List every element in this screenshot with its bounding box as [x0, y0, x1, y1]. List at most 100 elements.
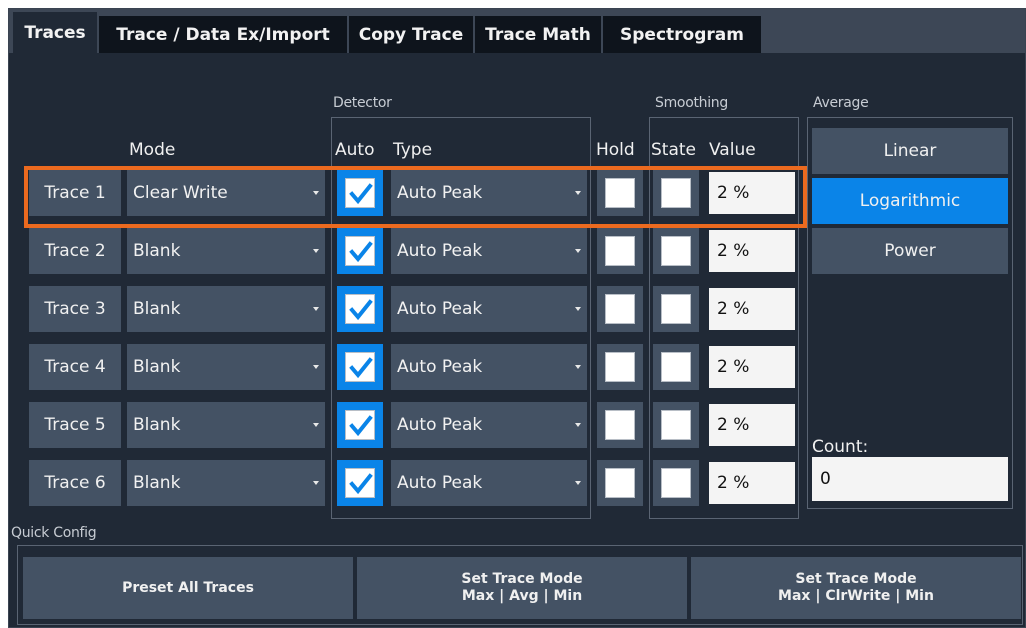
trace-mode-dropdown[interactable]: Blank — [127, 286, 325, 332]
smoothing-value-field[interactable]: 2 % — [709, 172, 795, 214]
checkbox-box — [661, 178, 691, 208]
checkbox-box — [661, 468, 691, 498]
checkbox-box — [605, 352, 635, 382]
hold-checkbox[interactable] — [597, 286, 643, 332]
smoothing-state-checkbox[interactable] — [653, 344, 699, 390]
tab-traces[interactable]: Traces — [13, 12, 97, 53]
detector-auto-checkbox[interactable] — [337, 286, 383, 332]
checkbox-box — [345, 468, 375, 498]
tab-spectrogram[interactable]: Spectrogram — [603, 16, 761, 53]
hold-checkbox[interactable] — [597, 344, 643, 390]
trace-mode-dropdown[interactable]: Blank — [127, 344, 325, 390]
trace-mode-value: Blank — [133, 357, 181, 377]
trace-button[interactable]: Trace 6 — [29, 460, 121, 506]
trace-button[interactable]: Trace 5 — [29, 402, 121, 448]
detector-type-value: Auto Peak — [397, 241, 483, 261]
trace-mode-value: Blank — [133, 299, 181, 319]
trace-row: Trace 4 Blank Auto Peak 2 % — [9, 340, 1025, 398]
smoothing-value-field[interactable]: 2 % — [709, 404, 795, 446]
smoothing-value-field[interactable]: 2 % — [709, 230, 795, 272]
checkbox-box — [605, 236, 635, 266]
detector-group-label: Detector — [333, 95, 392, 111]
detector-type-dropdown[interactable]: Auto Peak — [391, 170, 587, 216]
trace-mode-value: Clear Write — [133, 183, 228, 203]
smoothing-state-checkbox[interactable] — [653, 228, 699, 274]
preset-all-traces-button[interactable]: Preset All Traces — [23, 557, 353, 619]
chevron-down-icon — [313, 307, 319, 311]
hold-checkbox[interactable] — [597, 228, 643, 274]
detector-type-value: Auto Peak — [397, 473, 483, 493]
trace-button[interactable]: Trace 1 — [29, 170, 121, 216]
smoothing-state-checkbox[interactable] — [653, 286, 699, 332]
smoothing-value-field[interactable]: 2 % — [709, 346, 795, 388]
trace-row: Trace 3 Blank Auto Peak 2 % — [9, 282, 1025, 340]
value-column-header: Value — [709, 140, 756, 160]
trace-mode-dropdown[interactable]: Blank — [127, 460, 325, 506]
set-trace-mode-max-clrwrite-min-button[interactable]: Set Trace Mode Max | ClrWrite | Min — [691, 557, 1021, 619]
checkbox-box — [345, 236, 375, 266]
detector-type-dropdown[interactable]: Auto Peak — [391, 402, 587, 448]
smoothing-group-label: Smoothing — [655, 95, 728, 111]
detector-auto-checkbox[interactable] — [337, 344, 383, 390]
hold-checkbox[interactable] — [597, 460, 643, 506]
detector-auto-checkbox[interactable] — [337, 402, 383, 448]
checkbox-box — [345, 178, 375, 208]
smoothing-value-field[interactable]: 2 % — [709, 462, 795, 504]
preset-all-traces-label: Preset All Traces — [122, 579, 254, 596]
smoothing-state-checkbox[interactable] — [653, 170, 699, 216]
hold-column-header: Hold — [596, 140, 635, 160]
detector-type-value: Auto Peak — [397, 183, 483, 203]
chevron-down-icon — [313, 249, 319, 253]
detector-type-dropdown[interactable]: Auto Peak — [391, 460, 587, 506]
chevron-down-icon — [313, 191, 319, 195]
checkbox-box — [345, 352, 375, 382]
count-label: Count: — [812, 437, 869, 457]
detector-type-dropdown[interactable]: Auto Peak — [391, 344, 587, 390]
hold-checkbox[interactable] — [597, 402, 643, 448]
trace-mode-dropdown[interactable]: Blank — [127, 228, 325, 274]
average-group-label: Average — [813, 95, 869, 111]
trace-button[interactable]: Trace 2 — [29, 228, 121, 274]
type-column-header: Type — [393, 140, 433, 160]
detector-auto-checkbox[interactable] — [337, 228, 383, 274]
detector-auto-checkbox[interactable] — [337, 460, 383, 506]
checkbox-box — [605, 294, 635, 324]
trace-mode-dropdown[interactable]: Clear Write — [127, 170, 325, 216]
tab-trace-data-export-import[interactable]: Trace / Data Ex/Import — [99, 16, 347, 53]
checkbox-box — [661, 236, 691, 266]
smoothing-state-checkbox[interactable] — [653, 402, 699, 448]
set-trace-mode-max-avg-min-button[interactable]: Set Trace Mode Max | Avg | Min — [357, 557, 687, 619]
hold-checkbox[interactable] — [597, 170, 643, 216]
average-logarithmic-button[interactable]: Logarithmic — [812, 178, 1008, 224]
detector-type-value: Auto Peak — [397, 357, 483, 377]
max-avg-min-label: Max | Avg | Min — [461, 588, 583, 604]
traces-dialog: Traces Trace / Data Ex/Import Copy Trace… — [8, 8, 1026, 628]
trace-mode-dropdown[interactable]: Blank — [127, 402, 325, 448]
checkbox-box — [345, 294, 375, 324]
trace-mode-value: Blank — [133, 473, 181, 493]
checkbox-box — [345, 410, 375, 440]
detector-type-dropdown[interactable]: Auto Peak — [391, 286, 587, 332]
chevron-down-icon — [575, 481, 581, 485]
trace-button[interactable]: Trace 3 — [29, 286, 121, 332]
smoothing-state-checkbox[interactable] — [653, 460, 699, 506]
chevron-down-icon — [313, 481, 319, 485]
chevron-down-icon — [313, 423, 319, 427]
average-linear-button[interactable]: Linear — [812, 128, 1008, 174]
max-clrwrite-min-label: Max | ClrWrite | Min — [778, 588, 934, 604]
chevron-down-icon — [575, 365, 581, 369]
average-power-button[interactable]: Power — [812, 228, 1008, 274]
tab-trace-math[interactable]: Trace Math — [475, 16, 601, 53]
tab-copy-trace[interactable]: Copy Trace — [349, 16, 473, 53]
detector-type-value: Auto Peak — [397, 299, 483, 319]
trace-mode-value: Blank — [133, 241, 181, 261]
trace-button[interactable]: Trace 4 — [29, 344, 121, 390]
chevron-down-icon — [575, 249, 581, 253]
checkbox-box — [605, 410, 635, 440]
count-field[interactable]: 0 — [812, 457, 1008, 501]
checkbox-box — [661, 352, 691, 382]
detector-auto-checkbox[interactable] — [337, 170, 383, 216]
detector-type-dropdown[interactable]: Auto Peak — [391, 228, 587, 274]
smoothing-value-field[interactable]: 2 % — [709, 288, 795, 330]
state-column-header: State — [651, 140, 696, 160]
